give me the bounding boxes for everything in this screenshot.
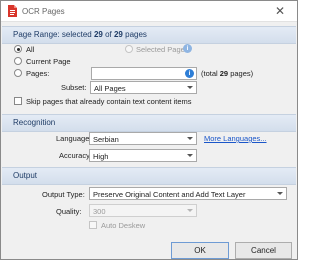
quality-label: Quality: [56, 207, 82, 216]
page-range-header: Page Range: selected 29 of 29 pages [2, 26, 296, 44]
radio-current-page[interactable] [14, 57, 22, 65]
radio-pages[interactable] [14, 69, 22, 77]
auto-deskew-label: Auto Deskew [101, 221, 146, 230]
chevron-down-icon [187, 137, 193, 140]
selected-count: 29 [93, 30, 103, 39]
subset-label: Subset: [61, 83, 87, 92]
more-languages-link[interactable]: More Languages... [204, 134, 267, 143]
cancel-button[interactable]: Cancel [235, 242, 292, 259]
close-icon[interactable]: ✕ [263, 2, 297, 21]
ocr-pages-dialog: OCR Pages ✕ Page Range: selected 29 of 2… [0, 0, 298, 260]
language-label: Language: [56, 134, 92, 143]
quality-dropdown: 300 [89, 204, 197, 217]
output-type-value: Preserve Original Content and Add Text L… [93, 190, 246, 199]
quality-value: 300 [93, 207, 106, 216]
accuracy-label: Accuracy: [59, 151, 92, 160]
output-title: Output [13, 171, 38, 180]
page-range-title: Page Range: selected 29 of 29 pages [13, 30, 147, 39]
radio-pages-label[interactable]: Pages: [26, 69, 49, 78]
radio-selected-pages-label: Selected Pages [136, 45, 189, 54]
chevron-down-icon [187, 86, 193, 89]
radio-current-page-label[interactable]: Current Page [26, 57, 71, 66]
chevron-down-icon [187, 154, 193, 157]
ok-button[interactable]: OK [171, 242, 229, 259]
skip-text-pages-checkbox[interactable] [14, 97, 22, 105]
language-value: Serbian [93, 135, 119, 144]
recognition-header: Recognition [2, 114, 296, 132]
title-bar: OCR Pages ✕ [1, 1, 297, 22]
recognition-title: Recognition [13, 118, 56, 127]
language-dropdown[interactable]: Serbian [89, 132, 197, 145]
chevron-down-icon [187, 209, 193, 212]
subset-value: All Pages [94, 84, 126, 93]
auto-deskew-checkbox [89, 221, 97, 229]
radio-all-label[interactable]: All [26, 45, 34, 54]
skip-text-pages-label[interactable]: Skip pages that already contain text con… [26, 97, 192, 106]
chevron-down-icon [277, 192, 283, 195]
total-count: 29 [113, 30, 123, 39]
pdf-document-icon [8, 5, 17, 17]
selected-pages-info-icon[interactable]: i [183, 44, 192, 53]
output-header: Output [2, 167, 296, 185]
subset-dropdown[interactable]: All Pages [90, 81, 197, 94]
radio-all[interactable] [14, 45, 22, 53]
output-type-label: Output Type: [42, 190, 85, 199]
window-title: OCR Pages [22, 7, 65, 16]
accuracy-dropdown[interactable]: High [89, 149, 197, 162]
pages-input[interactable] [91, 67, 197, 80]
pages-total-note: (total 29 pages) [201, 69, 254, 78]
radio-selected-pages [125, 45, 133, 53]
output-type-dropdown[interactable]: Preserve Original Content and Add Text L… [89, 187, 287, 200]
pages-info-icon[interactable]: i [185, 69, 194, 78]
accuracy-value: High [93, 152, 109, 161]
